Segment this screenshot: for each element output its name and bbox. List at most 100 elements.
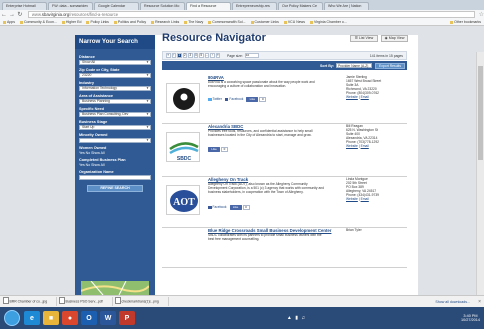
url-path: /resources/find-a-resource	[69, 12, 119, 17]
browser-tab[interactable]: FW: data - somasridev	[48, 2, 93, 10]
bookmark-item[interactable]: Policy Links	[86, 20, 108, 24]
page-link[interactable]: 5	[199, 53, 204, 58]
contact-links: Website | Email	[346, 144, 369, 148]
filter-select[interactable]: Business Planning ▼	[79, 99, 151, 104]
show-all-downloads-link[interactable]: Show all downloads...	[435, 300, 470, 304]
like-button[interactable]: Like	[246, 97, 259, 102]
page-link[interactable]: «	[166, 53, 171, 58]
bookmark-item[interactable]: Higher Ed	[62, 20, 82, 24]
clock[interactable]: 3:40 PM 10/27/2014	[461, 314, 480, 323]
bookmark-star-icon[interactable]: ☆	[479, 11, 484, 18]
provider-logo[interactable]	[166, 83, 200, 113]
scrollbar-thumb[interactable]	[478, 66, 483, 160]
chevron-down-icon: ▼	[146, 112, 149, 116]
filter-value: Show All	[82, 60, 96, 64]
page-link[interactable]: 4	[193, 53, 198, 58]
export-results-button[interactable]: Export Results	[375, 62, 405, 69]
email-link[interactable]: Email	[361, 144, 369, 148]
word-icon[interactable]: W	[100, 311, 116, 325]
filter-label: Zip Code or City, State	[79, 68, 120, 72]
provider-logo[interactable]: AOT	[166, 185, 200, 215]
page-scrollbar[interactable]	[476, 52, 484, 321]
filter-select[interactable]: Show All ▼	[79, 60, 151, 65]
refine-search-button[interactable]: REFINE SEARCH	[87, 185, 143, 192]
filter-value: Start Up	[82, 125, 95, 129]
page-link[interactable]: 3	[188, 53, 193, 58]
email-link[interactable]: Email	[361, 197, 369, 201]
download-item[interactable]: checkmarktrans(1)l...png	[115, 297, 169, 306]
map-view-button[interactable]: ◉ Map View	[381, 35, 408, 42]
page-link[interactable]: ‹	[171, 53, 176, 58]
website-link[interactable]: Website	[346, 197, 358, 201]
folder-icon[interactable]: ■	[43, 311, 59, 325]
download-item[interactable]: Business PSO Serv...pdf	[59, 297, 113, 306]
bookmark-item[interactable]: The Navy	[184, 20, 203, 24]
system-tray-icons[interactable]: ▲ ▮ ♫	[287, 315, 306, 321]
back-icon[interactable]: ←	[0, 12, 8, 18]
email-link[interactable]: Email	[361, 95, 369, 99]
bookmark-item[interactable]: Politics and Policy	[114, 20, 146, 24]
social-links: Like 0	[208, 147, 228, 152]
chrome-icon[interactable]: ●	[62, 311, 78, 325]
filter-select[interactable]: ▼	[79, 138, 151, 143]
website-link[interactable]: Website	[346, 144, 358, 148]
org-name-input[interactable]	[79, 175, 151, 180]
bookmark-item[interactable]: Community & Econ...	[20, 20, 57, 24]
url-input[interactable]: www.sbavirginia.org/resources/find-a-res…	[27, 11, 475, 18]
filter-select[interactable]: 23220 ▼	[79, 73, 151, 78]
svg-text:AOT: AOT	[173, 197, 195, 208]
filter-value: Information Technology	[82, 86, 117, 90]
start-button[interactable]	[4, 310, 20, 326]
bookmark-item[interactable]: Customer Links	[251, 20, 279, 24]
result-row: 804RVA 804RVA is a coworking space passio…	[162, 75, 407, 124]
list-view-button[interactable]: ☰ List View	[350, 35, 378, 42]
close-icon[interactable]: ×	[478, 299, 481, 305]
facebook-link[interactable]: Facebook	[224, 97, 243, 101]
map-thumbnail[interactable]	[80, 280, 150, 296]
bookmark-item[interactable]: Apps	[3, 20, 15, 24]
page-link[interactable]: ...	[204, 53, 209, 58]
twitter-link[interactable]: Twitter	[208, 97, 222, 101]
outlook-icon[interactable]: O	[81, 311, 97, 325]
page-link[interactable]: 1	[177, 53, 182, 58]
browser-tab[interactable]: Our Policy Makers Ce	[278, 2, 323, 10]
sort-select[interactable]: Provider Name (A-Z)	[336, 62, 372, 69]
facebook-link[interactable]: Facebook	[208, 205, 227, 209]
reload-icon[interactable]: ↻	[16, 11, 24, 18]
provider-logo[interactable]: SBDC	[166, 132, 200, 162]
map-pin-icon: ◉	[384, 36, 388, 40]
powerpoint-icon[interactable]: P	[119, 311, 135, 325]
filter-select[interactable]: Business Plan Consulting, Dev ▼	[79, 112, 151, 117]
browser-tab[interactable]: Who We Are | Nation	[324, 2, 369, 10]
radio-options[interactable]: Yes No Show All	[79, 151, 151, 155]
page-link[interactable]: »	[215, 53, 220, 58]
like-button[interactable]: Like	[229, 205, 242, 210]
radio-options[interactable]: Yes No Show All	[79, 163, 151, 167]
bookmark-item[interactable]: Research Links	[151, 20, 179, 24]
filter-select[interactable]: Start Up ▼	[79, 125, 151, 130]
forward-icon[interactable]: →	[8, 12, 16, 18]
page-link[interactable]: 2	[182, 53, 187, 58]
browser-tab[interactable]: Entrepreneurship-res	[232, 2, 277, 10]
radio-group-label: Women Owned	[79, 146, 107, 150]
page-link[interactable]: ›	[210, 53, 215, 58]
browser-tab[interactable]: Find a Resource	[186, 2, 231, 10]
page: Narrow Your Search Distance Show All ▼ Zip …	[0, 26, 484, 321]
chevron-down-icon: ▼	[146, 86, 149, 90]
website-link[interactable]: Website	[346, 95, 358, 99]
browser-tab[interactable]: Enterprise Hotmail	[2, 2, 47, 10]
browser-tab[interactable]: Google Calendar	[94, 2, 139, 10]
page-size-select[interactable]: 10	[244, 53, 259, 58]
bookmark-item[interactable]: VCU News	[284, 20, 305, 24]
filter-sidebar: Narrow Your Search Distance Show All ▼ Zip …	[75, 35, 155, 296]
browser-tab[interactable]: Resource Solution Mo	[140, 2, 185, 10]
filter-select[interactable]: Information Technology ▼	[79, 86, 151, 91]
sort-bar: Sort By: Provider Name (A-Z) Export Resu…	[162, 61, 407, 70]
download-item[interactable]: BRR Chamber of co...jpg	[3, 297, 57, 306]
like-button[interactable]: Like	[208, 147, 220, 152]
bookmark-item[interactable]: Commonwealth Sol...	[208, 20, 245, 24]
ie-icon[interactable]: e	[24, 311, 40, 325]
other-bookmarks[interactable]: Other bookmarks	[450, 20, 481, 24]
bookmark-item[interactable]: Virginia Chamber o...	[310, 20, 347, 24]
sort-label: Sort By:	[320, 63, 334, 68]
